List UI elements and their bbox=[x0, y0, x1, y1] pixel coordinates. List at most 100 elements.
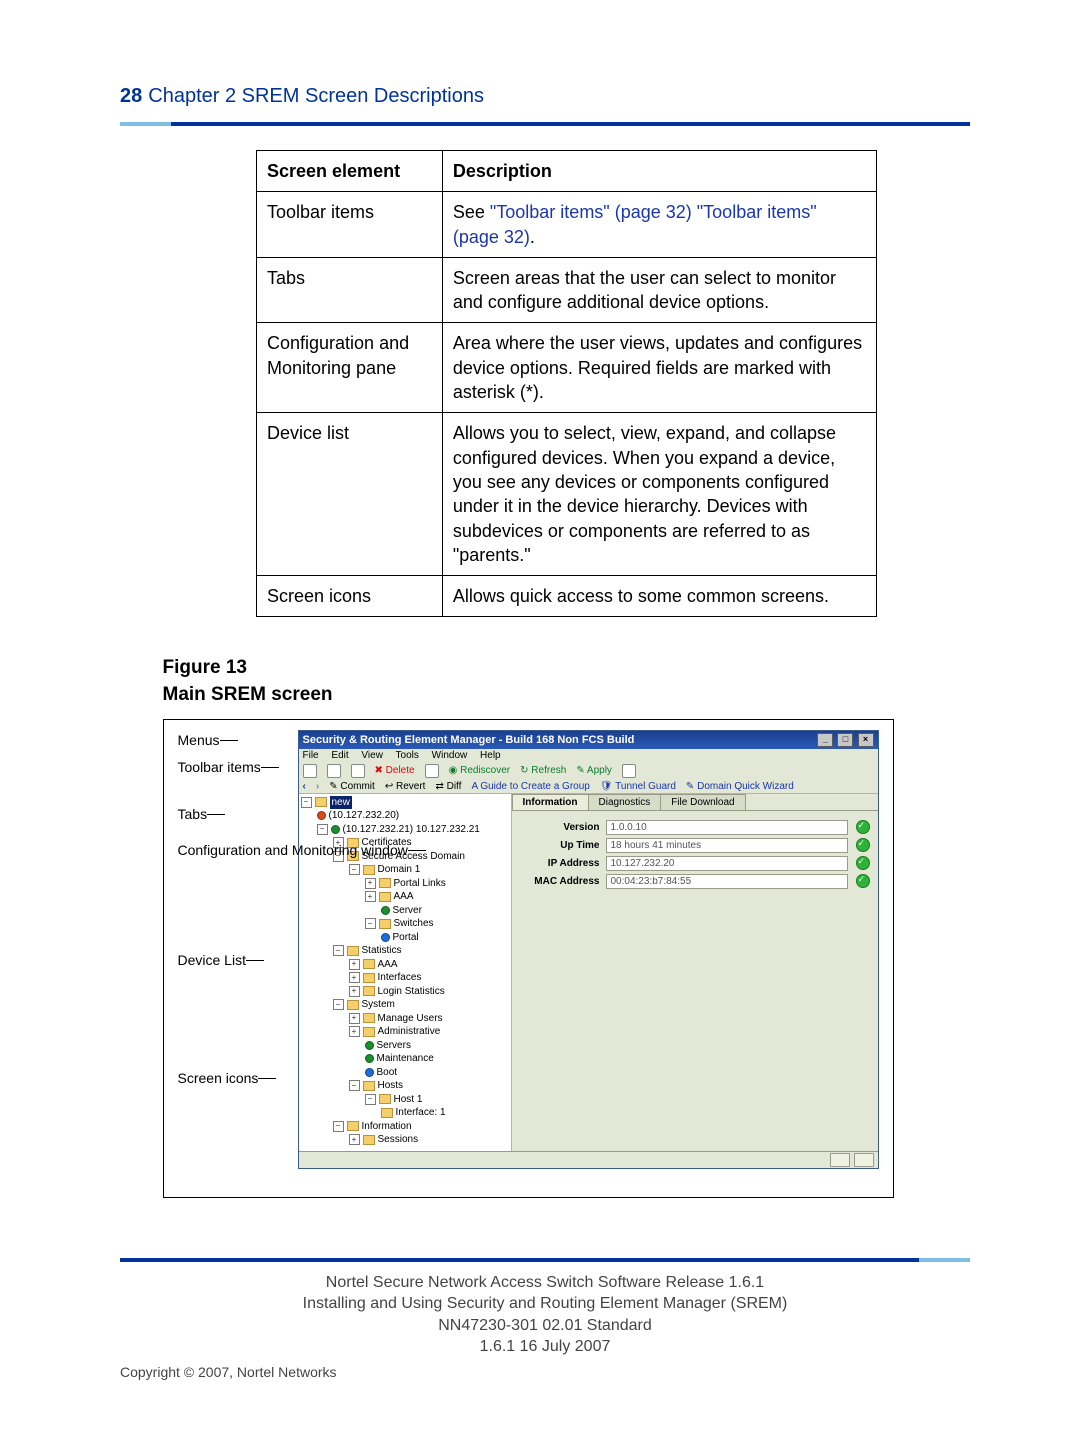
tab-information[interactable]: Information bbox=[512, 794, 589, 810]
window-buttons: _ □ × bbox=[816, 733, 873, 747]
collapse-icon[interactable]: − bbox=[333, 999, 344, 1010]
link-tunnel[interactable]: 🛡 Tunnel Guard bbox=[600, 781, 676, 792]
tab-file-download[interactable]: File Download bbox=[660, 794, 745, 810]
save-icon[interactable] bbox=[351, 764, 365, 778]
folder-icon bbox=[347, 1121, 359, 1131]
table-row: Toolbar items See "Toolbar items" (page … bbox=[257, 192, 877, 258]
folder-icon bbox=[363, 973, 375, 983]
leaf-icon bbox=[381, 933, 390, 942]
screen-elements-table: Screen element Description Toolbar items… bbox=[256, 150, 877, 617]
refresh-icon-small[interactable] bbox=[425, 764, 439, 778]
field-mac[interactable]: 00:04:23:b7:84:55 bbox=[606, 874, 848, 889]
commit-button[interactable]: ✎ Commit bbox=[329, 781, 375, 792]
menu-tools[interactable]: Tools bbox=[396, 750, 419, 761]
table-row: Tabs Screen areas that the user can sele… bbox=[257, 257, 877, 323]
field-uptime[interactable]: 18 hours 41 minutes bbox=[606, 838, 848, 853]
page-header: 28 Chapter 2 SREM Screen Descriptions bbox=[120, 85, 970, 108]
expand-icon[interactable]: + bbox=[365, 878, 376, 889]
delete-button[interactable]: ✖ Delete bbox=[375, 765, 415, 776]
screen-icon-1[interactable] bbox=[830, 1153, 850, 1167]
leaf-icon bbox=[365, 1041, 374, 1050]
window-titlebar: Security & Routing Element Manager - Bui… bbox=[299, 731, 878, 749]
tree-ip2[interactable]: (10.127.232.21) 10.127.232.21 bbox=[343, 823, 480, 837]
folder-icon bbox=[379, 1094, 391, 1104]
minimize-button[interactable]: _ bbox=[817, 733, 833, 747]
chapter-title: Chapter 2 SREM Screen Descriptions bbox=[148, 85, 484, 108]
expand-icon[interactable]: + bbox=[365, 891, 376, 902]
link-toolbar-items-1[interactable]: "Toolbar items" (page 32) bbox=[490, 202, 692, 222]
screen-icon-2[interactable] bbox=[854, 1153, 874, 1167]
menu-file[interactable]: File bbox=[303, 750, 319, 761]
toolbar-secondary: ‹ › ✎ Commit ↩ Revert ⇄ Diff A Guide to … bbox=[299, 780, 878, 793]
close-button[interactable]: × bbox=[858, 733, 874, 747]
collapse-icon[interactable]: − bbox=[301, 797, 312, 808]
info-form: Version1.0.0.10 Up Time18 hours 41 minut… bbox=[512, 811, 878, 898]
leaf-icon bbox=[365, 1054, 374, 1063]
expand-icon[interactable]: + bbox=[349, 959, 360, 970]
menu-view[interactable]: View bbox=[361, 750, 383, 761]
tree-root[interactable]: new bbox=[330, 796, 352, 810]
expand-icon[interactable]: + bbox=[349, 1026, 360, 1037]
field-version[interactable]: 1.0.0.10 bbox=[606, 820, 848, 835]
table-row: Device list Allows you to select, view, … bbox=[257, 413, 877, 576]
collapse-icon[interactable]: − bbox=[349, 1080, 360, 1091]
refresh-button[interactable]: ↻ Refresh bbox=[520, 765, 566, 776]
expand-icon[interactable]: + bbox=[349, 986, 360, 997]
collapse-icon[interactable]: − bbox=[365, 1094, 376, 1105]
nav-back-icon[interactable]: ‹ bbox=[303, 781, 306, 792]
field-ip[interactable]: 10.127.232.20 bbox=[606, 856, 848, 871]
ok-icon bbox=[856, 820, 870, 834]
folder-icon bbox=[379, 892, 391, 902]
menu-window[interactable]: Window bbox=[432, 750, 468, 761]
col-description: Description bbox=[442, 151, 876, 192]
toolbar-primary: ✖ Delete ◉ Rediscover ↻ Refresh ✎ Apply bbox=[299, 762, 878, 780]
figure-caption: Figure 13 Main SREM screen bbox=[163, 655, 971, 708]
folder-icon bbox=[379, 878, 391, 888]
folder-icon bbox=[363, 865, 375, 875]
rediscover-button[interactable]: ◉ Rediscover bbox=[449, 765, 511, 776]
menu-help[interactable]: Help bbox=[480, 750, 501, 761]
footer-rule bbox=[120, 1258, 970, 1262]
misc-icon[interactable] bbox=[622, 764, 636, 778]
apply-button[interactable]: ✎ Apply bbox=[576, 765, 612, 776]
diff-button[interactable]: ⇄ Diff bbox=[435, 781, 461, 792]
srem-window: Security & Routing Element Manager - Bui… bbox=[298, 730, 879, 1169]
folder-icon bbox=[381, 1108, 393, 1118]
leaf-icon bbox=[381, 906, 390, 915]
expand-icon[interactable]: + bbox=[349, 1013, 360, 1024]
menubar: File Edit View Tools Window Help bbox=[299, 749, 878, 762]
collapse-icon[interactable]: − bbox=[333, 945, 344, 956]
callout-menus: Menus bbox=[178, 732, 220, 748]
folder-icon bbox=[347, 1000, 359, 1010]
maximize-button[interactable]: □ bbox=[837, 733, 853, 747]
page-number: 28 bbox=[120, 85, 142, 108]
nav-fwd-icon[interactable]: › bbox=[316, 781, 319, 792]
link-wizard[interactable]: ✎ Domain Quick Wizard bbox=[686, 781, 794, 792]
folder-icon bbox=[315, 797, 327, 807]
collapse-icon[interactable]: − bbox=[333, 1121, 344, 1132]
collapse-icon[interactable]: − bbox=[349, 864, 360, 875]
folder-icon bbox=[363, 1135, 375, 1145]
open-icon[interactable] bbox=[327, 764, 341, 778]
new-icon[interactable] bbox=[303, 764, 317, 778]
collapse-icon[interactable]: − bbox=[365, 918, 376, 929]
device-icon bbox=[317, 811, 326, 820]
callout-config: Configuration and Monitoring window bbox=[178, 842, 408, 859]
menu-edit[interactable]: Edit bbox=[331, 750, 348, 761]
collapse-icon[interactable]: − bbox=[317, 824, 328, 835]
callout-icons: Screen icons bbox=[178, 1070, 259, 1086]
device-icon bbox=[331, 825, 340, 834]
page-footer: Nortel Secure Network Access Switch Soft… bbox=[120, 1272, 970, 1358]
tab-diagnostics[interactable]: Diagnostics bbox=[588, 794, 662, 810]
expand-icon[interactable]: + bbox=[349, 1134, 360, 1145]
callout-toolbar: Toolbar items bbox=[178, 759, 261, 775]
tree-ip1[interactable]: (10.127.232.20) bbox=[329, 809, 400, 823]
expand-icon[interactable]: + bbox=[349, 972, 360, 983]
col-screen-element: Screen element bbox=[257, 151, 443, 192]
link-guide[interactable]: A Guide to Create a Group bbox=[471, 781, 589, 792]
revert-button[interactable]: ↩ Revert bbox=[385, 781, 426, 792]
config-panel: Information Diagnostics File Download Ve… bbox=[512, 794, 878, 1151]
header-rule bbox=[120, 122, 970, 126]
table-row: Screen icons Allows quick access to some… bbox=[257, 576, 877, 617]
folder-icon bbox=[363, 1081, 375, 1091]
